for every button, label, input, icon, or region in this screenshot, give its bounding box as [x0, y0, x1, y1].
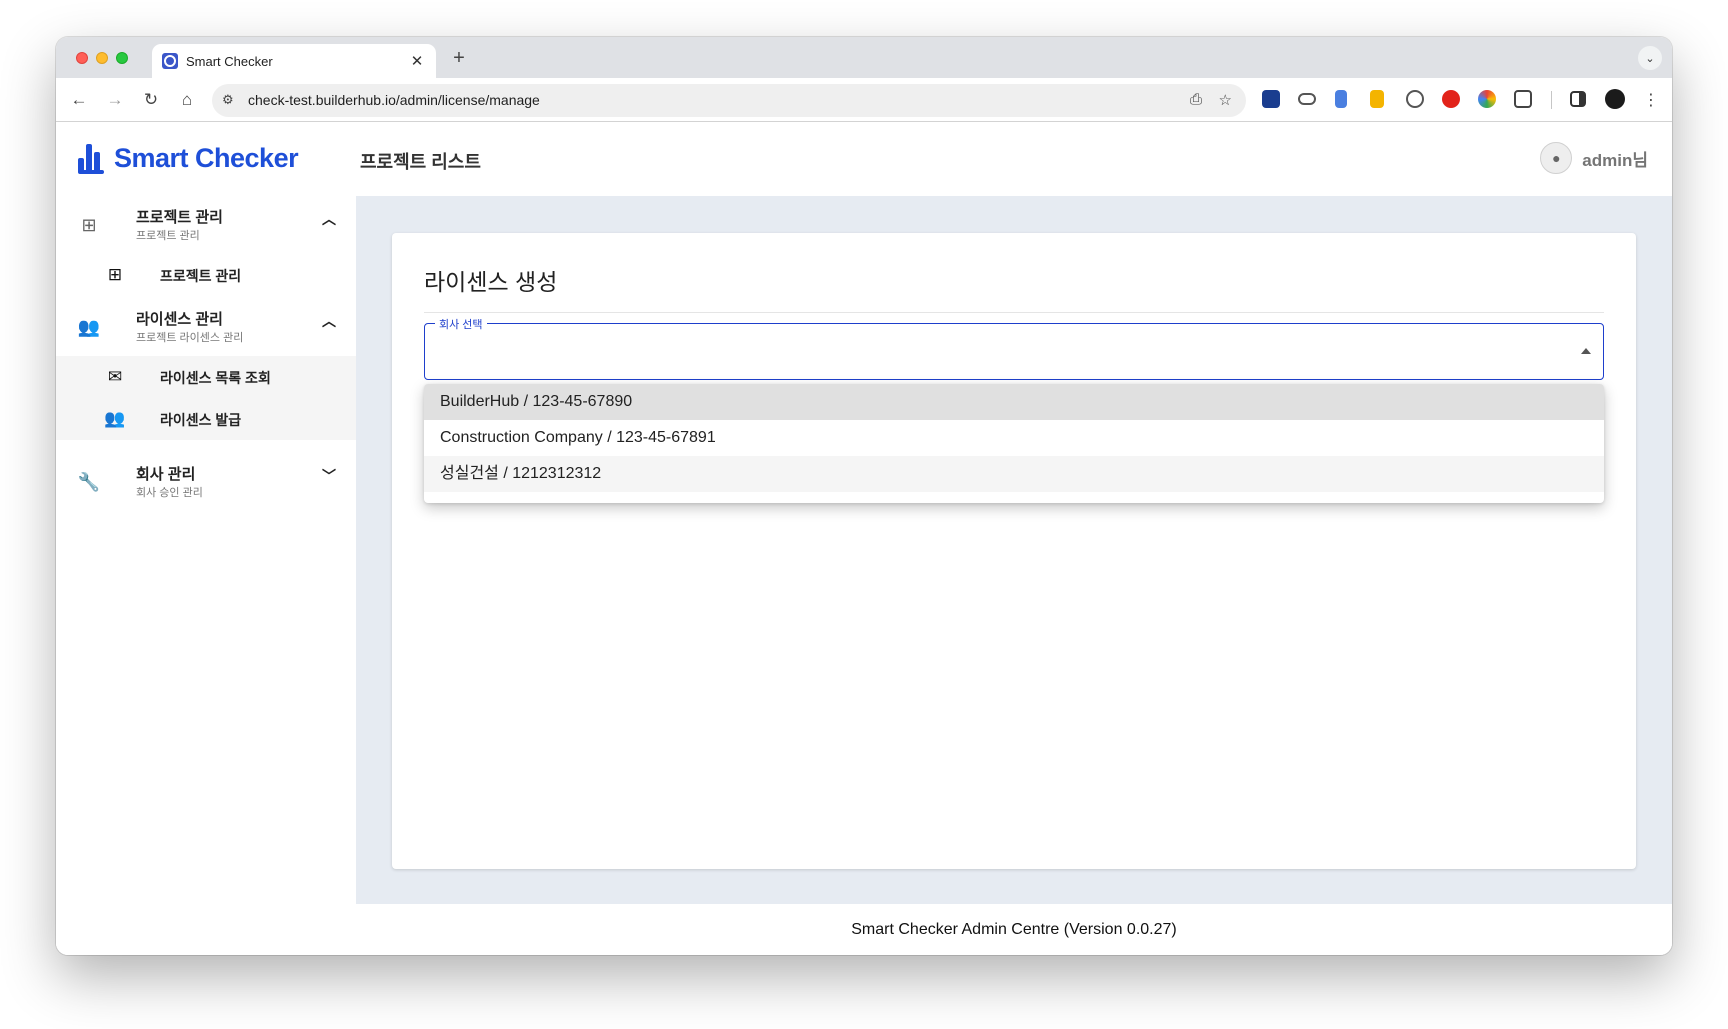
wrench-icon: 🔧: [77, 471, 101, 492]
extension-note-icon[interactable]: [1370, 90, 1384, 108]
app-root: Smart Checker 프로젝트 리스트 ● admin님 ⊞ 프로젝트 관…: [56, 123, 1672, 955]
window-controls: [76, 52, 128, 64]
browser-window: Smart Checker ✕ + ⌄ ← → ↻ ⌂ ⚙ check-test…: [56, 37, 1672, 955]
toolbar-divider: [1551, 91, 1552, 109]
chevron-up-icon[interactable]: ︿: [322, 209, 336, 229]
site-settings-icon[interactable]: ⚙: [222, 92, 234, 108]
sidebar-group-subtitle: 회사 승인 관리: [136, 487, 203, 499]
sidebar-item-license-list[interactable]: ✉ 라이센스 목록 조회: [56, 356, 356, 398]
extension-color-icon[interactable]: [1478, 90, 1496, 108]
sidebar-item-label: 프로젝트 관리: [160, 268, 242, 284]
brand-name: Smart Checker: [114, 143, 299, 173]
forward-arrow-icon[interactable]: →: [102, 87, 128, 113]
sidebar-group-subtitle: 프로젝트 라이센스 관리: [136, 332, 244, 344]
caret-up-icon[interactable]: [1581, 348, 1591, 354]
mail-icon: ✉: [107, 367, 123, 386]
tab-strip: Smart Checker ✕ + ⌄: [56, 37, 1672, 78]
company-option[interactable]: 성실건설 / 1212312312: [424, 456, 1604, 492]
brand-logo[interactable]: Smart Checker: [78, 143, 299, 174]
address-bar[interactable]: ⚙ check-test.builderhub.io/admin/license…: [212, 84, 1246, 117]
card-title: 라이센스 생성: [424, 269, 558, 295]
sidebar-group-title: 회사 관리: [136, 466, 196, 483]
tab-title: Smart Checker: [186, 53, 273, 69]
maximize-window-button[interactable]: [116, 52, 128, 64]
people-icon: 👥: [104, 409, 126, 428]
people-icon: 👥: [77, 316, 101, 337]
sidebar-group-title: 라이센스 관리: [136, 311, 223, 328]
project-grid-icon: ⊞: [107, 265, 123, 284]
install-app-icon[interactable]: ⎙: [1190, 91, 1202, 108]
sidebar-item-label: 라이센스 목록 조회: [160, 370, 271, 386]
main-content: 라이센스 생성 회사 선택 BuilderHub / 123-45-67890 …: [356, 196, 1672, 955]
company-dropdown-menu: BuilderHub / 123-45-67890 Construction C…: [424, 384, 1604, 503]
extension-doc-icon[interactable]: [1335, 90, 1347, 108]
side-panel-icon[interactable]: [1570, 91, 1586, 107]
license-create-card: 라이센스 생성 회사 선택 BuilderHub / 123-45-67890 …: [392, 233, 1636, 869]
new-tab-button[interactable]: +: [448, 47, 470, 70]
home-icon[interactable]: ⌂: [174, 87, 200, 113]
cloud-icon[interactable]: [1298, 93, 1316, 105]
extensions-puzzle-icon[interactable]: [1514, 90, 1532, 108]
user-avatar-icon[interactable]: ●: [1540, 142, 1573, 174]
browser-tab[interactable]: Smart Checker ✕: [152, 44, 436, 78]
sidebar-group-license[interactable]: 👥 라이센스 관리 프로젝트 라이센스 관리 ︿: [56, 298, 356, 356]
sidebar-group-project[interactable]: ⊞ 프로젝트 관리 프로젝트 관리 ︿: [56, 196, 356, 254]
sidebar-group-title: 프로젝트 관리: [136, 209, 223, 226]
chevron-up-icon[interactable]: ︿: [322, 311, 336, 331]
bookmark-star-icon[interactable]: ☆: [1219, 91, 1232, 109]
tab-close-icon[interactable]: ✕: [408, 52, 426, 70]
profile-avatar[interactable]: [1605, 89, 1625, 109]
sidebar: ⊞ 프로젝트 관리 프로젝트 관리 ︿ ⊞ 프로젝트 관리 👥 라이센스 관리 …: [56, 196, 356, 955]
browser-menu-icon[interactable]: ⋮: [1638, 87, 1664, 113]
chevron-down-icon[interactable]: ﹀: [322, 466, 336, 486]
extension-1-icon[interactable]: [1262, 90, 1280, 108]
browser-toolbar: ← → ↻ ⌂ ⚙ check-test.builderhub.io/admin…: [56, 78, 1672, 122]
back-arrow-icon[interactable]: ←: [66, 87, 92, 113]
minimize-window-button[interactable]: [96, 52, 108, 64]
company-select-label: 회사 선택: [435, 316, 487, 332]
user-name[interactable]: admin님: [1582, 146, 1648, 171]
extension-record-icon[interactable]: [1442, 90, 1460, 108]
sidebar-group-company[interactable]: 🔧 회사 관리 회사 승인 관리 ﹀: [56, 453, 356, 511]
url-text[interactable]: check-test.builderhub.io/admin/license/m…: [248, 92, 540, 108]
project-grid-icon: ⊞: [81, 214, 97, 235]
app-header: Smart Checker 프로젝트 리스트 ● admin님: [56, 123, 1672, 196]
extension-eye-icon[interactable]: [1406, 90, 1424, 108]
footer: Smart Checker Admin Centre (Version 0.0.…: [356, 904, 1672, 955]
user-menu[interactable]: ● admin님: [1540, 142, 1648, 174]
license-submenu: ✉ 라이센스 목록 조회 👥 라이센스 발급: [56, 356, 356, 440]
company-option[interactable]: Construction Company / 123-45-67891: [424, 420, 1604, 456]
logo-mark-icon: [78, 143, 106, 174]
title-divider: [424, 312, 1604, 313]
smart-checker-favicon-icon: [162, 53, 178, 69]
tab-search-chevron-icon[interactable]: ⌄: [1638, 46, 1662, 70]
reload-icon[interactable]: ↻: [138, 87, 164, 113]
sidebar-item-label: 라이센스 발급: [160, 412, 242, 428]
sidebar-item-license-issue[interactable]: 👥 라이센스 발급: [56, 398, 356, 440]
sidebar-item-project-manage[interactable]: ⊞ 프로젝트 관리: [56, 254, 356, 296]
close-window-button[interactable]: [76, 52, 88, 64]
company-option[interactable]: BuilderHub / 123-45-67890: [424, 384, 1604, 420]
page-heading: 프로젝트 리스트: [360, 152, 481, 172]
company-select[interactable]: 회사 선택: [424, 316, 1604, 380]
sidebar-group-subtitle: 프로젝트 관리: [136, 230, 200, 242]
